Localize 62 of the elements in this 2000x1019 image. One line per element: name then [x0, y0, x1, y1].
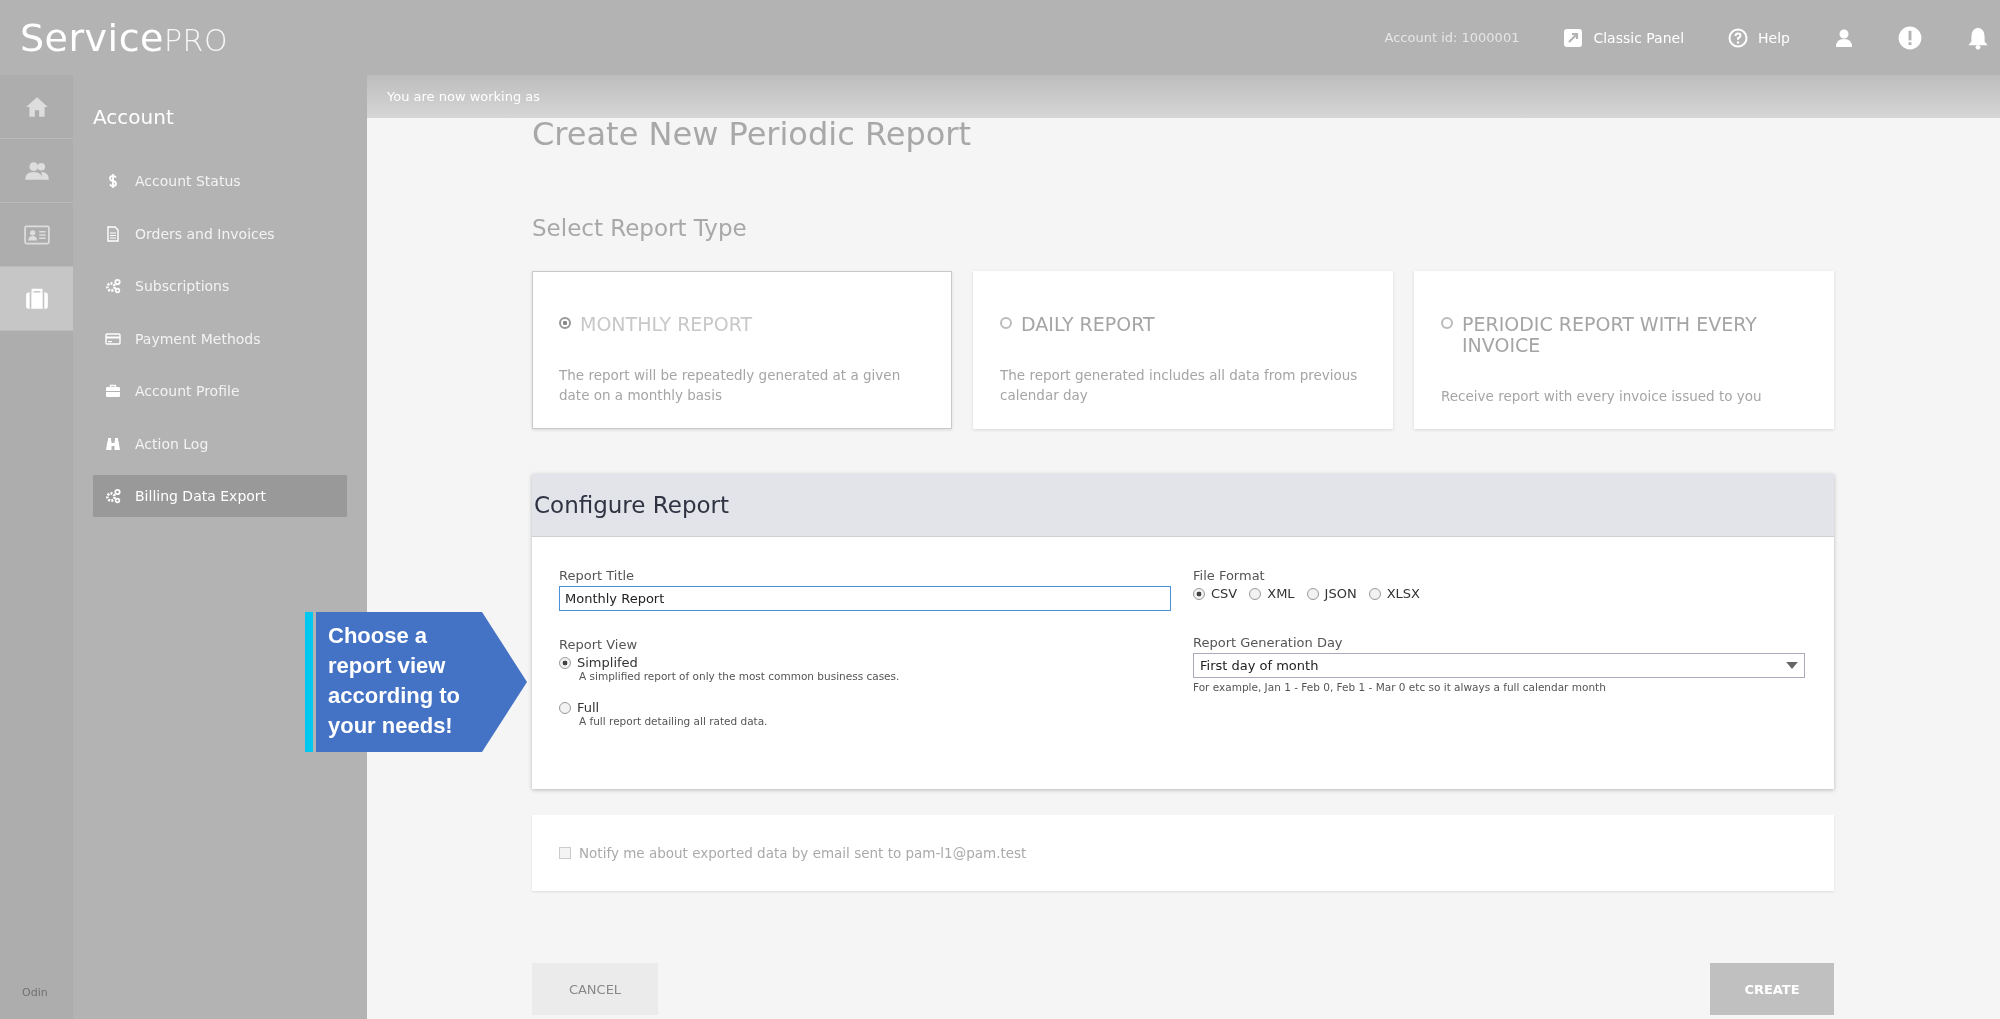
- sidebar-item[interactable]: Account Profile: [93, 370, 347, 412]
- sidebar-item[interactable]: Orders and Invoices: [93, 212, 347, 255]
- option-label: XLSX: [1386, 586, 1420, 601]
- field-label: Report View: [559, 637, 639, 652]
- sidebar-item[interactable]: Billing Data Export: [93, 475, 347, 517]
- report-type-card[interactable]: DAILY REPORT The report generated includes all data from previous calendar day: [973, 271, 1393, 429]
- field-label: Report Title: [559, 568, 636, 583]
- report-type-title: PERIODIC REPORT WITH EVERY INVOICE: [1462, 314, 1758, 356]
- create-button[interactable]: CREATE: [1710, 963, 1834, 1015]
- credit-card-icon: [105, 330, 121, 347]
- option-hint: A full report detailing all rated data.: [579, 715, 769, 727]
- field-hint: For example, Jan 1 - Feb 0, Feb 1 - Mar 0 etc so it always a full calendar month: [1193, 681, 1607, 693]
- gears-icon: [105, 488, 121, 504]
- caret-icon: [1786, 662, 1798, 669]
- field-label: Report Generation Day: [1193, 635, 1344, 650]
- help-icon: [1728, 27, 1749, 48]
- cancel-button[interactable]: CANCEL: [532, 963, 658, 1015]
- radio-button[interactable]: [1193, 587, 1205, 600]
- radio-button[interactable]: [1368, 587, 1381, 600]
- radio-button[interactable]: [1441, 317, 1453, 329]
- sidebar-item[interactable]: Subscriptions: [93, 265, 347, 307]
- report-type-description: Receive report with every invoice issued to you: [1441, 387, 1763, 406]
- section-heading: Select Report Type: [532, 215, 748, 241]
- rail-item[interactable]: [0, 267, 73, 331]
- field-label: File Format: [1193, 568, 1266, 583]
- option-label: XML: [1267, 586, 1295, 601]
- checkbox-label: Notify me about exported data by email sent to pam-l1@pam.test: [579, 845, 1027, 861]
- alert-icon[interactable]: [1898, 25, 1922, 50]
- report-type-description: The report will be repeatedly generated at a given date on a monthly basis: [559, 366, 902, 405]
- report-type-description: The report generated includes all data from previous calendar day: [1000, 366, 1359, 405]
- sidebar-item[interactable]: Action Log: [93, 422, 347, 465]
- header-link[interactable]: Classic Panel: [1563, 27, 1685, 48]
- radio-button[interactable]: [1249, 587, 1262, 600]
- option-label: Simplifed: [577, 655, 638, 670]
- radio-button[interactable]: [559, 701, 571, 714]
- option-label: JSON: [1324, 586, 1357, 601]
- sidebar-item[interactable]: Payment Methods: [93, 317, 347, 360]
- radio-button[interactable]: [1306, 587, 1319, 600]
- user-icon[interactable]: [1834, 27, 1854, 48]
- binoculars-icon: [105, 435, 121, 452]
- footer-logo: Odin: [22, 986, 48, 999]
- header-link[interactable]: Help: [1728, 27, 1790, 48]
- option-hint: A simplified report of only the most common business cases.: [579, 670, 901, 682]
- logo: ServicePRO: [20, 15, 228, 60]
- report-title-field[interactable]: Monthly Report: [559, 586, 1171, 611]
- bell-icon[interactable]: [1966, 25, 1990, 50]
- panel-title: Configure Report: [534, 492, 730, 518]
- checkbox[interactable]: [559, 847, 571, 859]
- gears-icon: [105, 278, 121, 294]
- dropdown[interactable]: First day of month: [1193, 653, 1805, 678]
- radio-button[interactable]: [559, 317, 571, 329]
- external-link-icon: [1563, 27, 1584, 48]
- radio-button[interactable]: [559, 656, 571, 669]
- document-icon: [105, 225, 121, 242]
- sidebar-item[interactable]: Account Status: [93, 160, 347, 202]
- report-type-card[interactable]: PERIODIC REPORT WITH EVERY INVOICE Receive report with every invoice issued to you: [1414, 271, 1834, 429]
- briefcase-icon: [105, 383, 121, 399]
- option-label: CSV: [1211, 586, 1238, 601]
- option-label: Full: [577, 700, 600, 715]
- sidebar-title: Account: [93, 105, 175, 129]
- report-type-title: DAILY REPORT: [1021, 314, 1155, 335]
- radio-button[interactable]: [1000, 317, 1012, 329]
